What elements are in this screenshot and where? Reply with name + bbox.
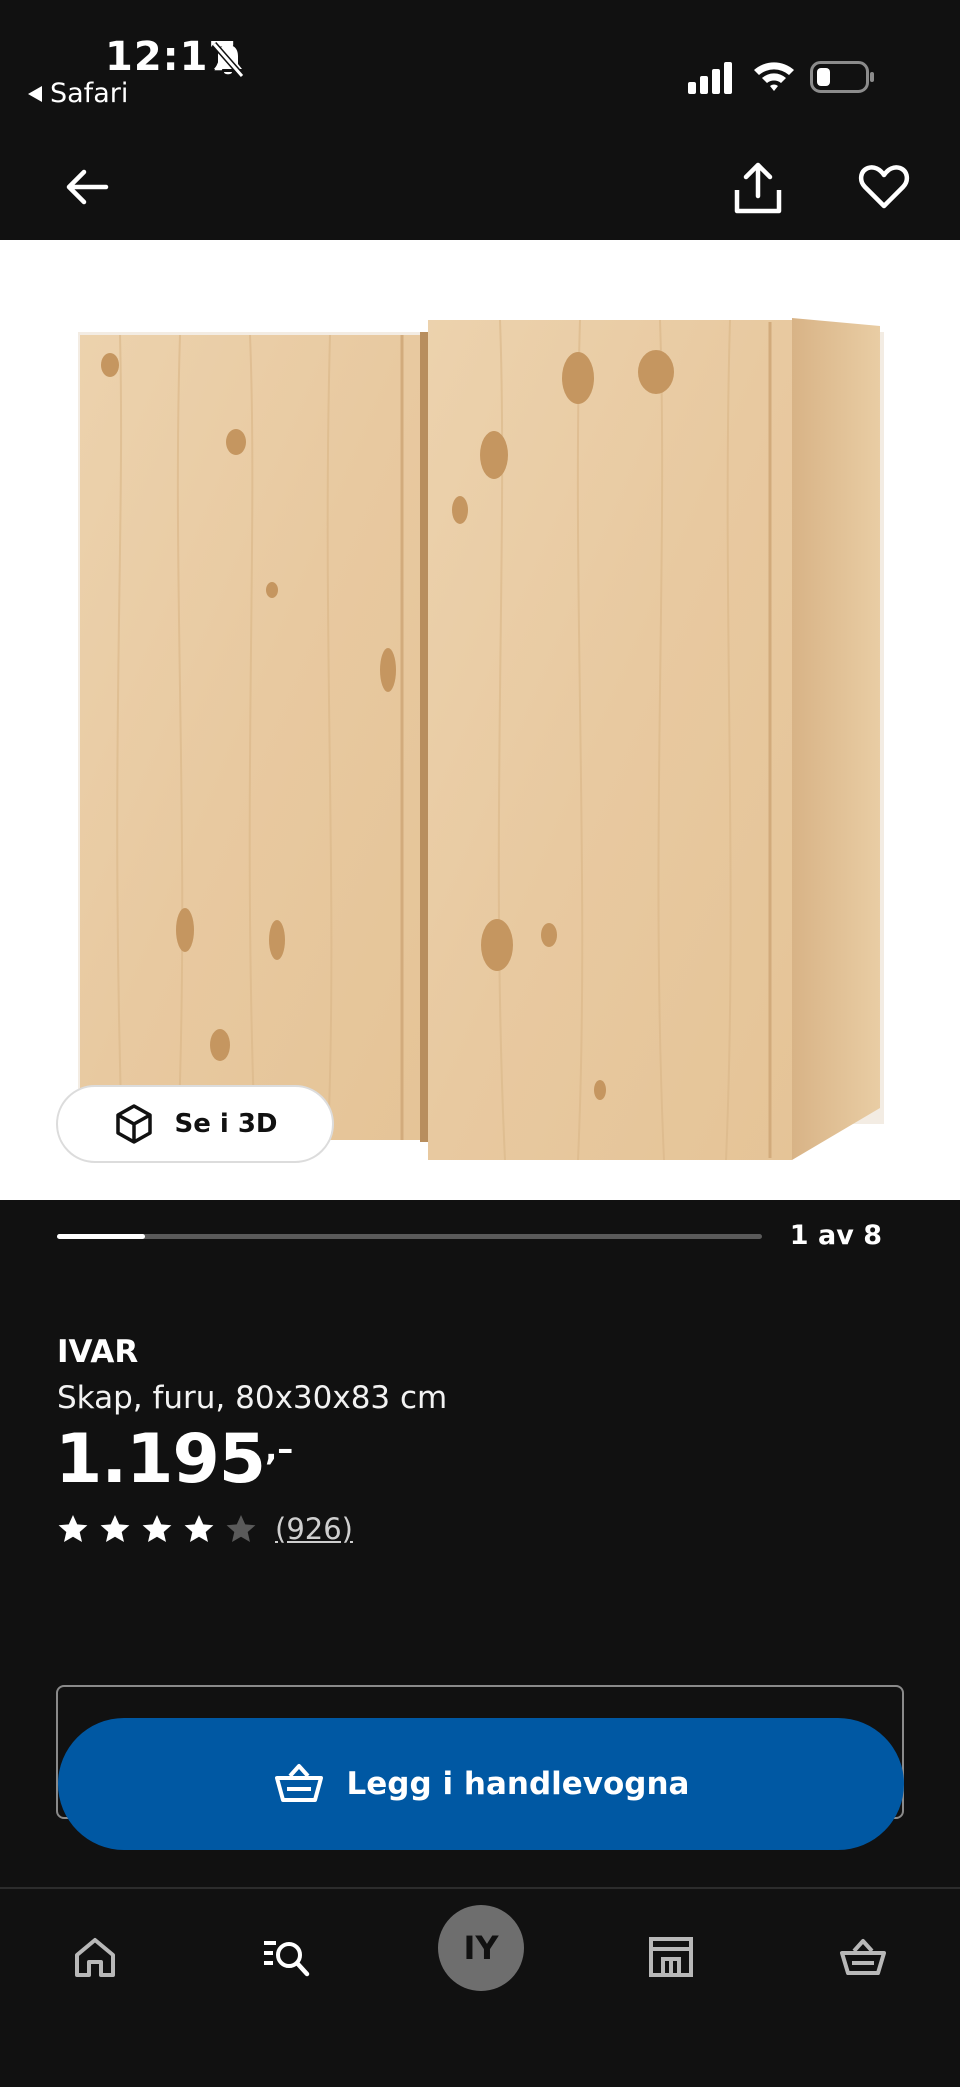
home-icon [75, 1938, 115, 1977]
arrow-left-icon[interactable] [62, 162, 112, 212]
product-description: Skap, furu, 80x30x83 cm [57, 1380, 448, 1416]
wifi-icon [754, 62, 794, 91]
star-filled-icon [142, 1515, 172, 1542]
cabinet-photo [78, 318, 884, 1161]
back-triangle-icon [28, 85, 42, 102]
bottom-tab-bar: IY [0, 1887, 960, 2087]
add-to-cart-button[interactable]: Legg i handlevogna [58, 1718, 904, 1850]
heart-icon[interactable] [858, 160, 910, 212]
store-icon [649, 1937, 693, 1977]
nav-bar [0, 130, 960, 240]
share-icon[interactable] [730, 160, 786, 216]
gallery-progress-bar[interactable] [57, 1234, 762, 1239]
bell-muted-icon [211, 42, 245, 78]
product-name: IVAR [57, 1334, 139, 1370]
product-price: 1.195 ,– [55, 1420, 293, 1499]
cell-signal-icon [688, 62, 732, 94]
gallery-position: 1 av 8 [789, 1220, 882, 1251]
tab-cart[interactable] [823, 1917, 903, 1997]
basket-icon [274, 1764, 323, 1802]
tab-store[interactable] [631, 1917, 711, 1997]
tab-profile-avatar[interactable]: IY [438, 1905, 524, 1991]
tab-home[interactable] [55, 1917, 135, 1997]
cube-icon [116, 1104, 153, 1144]
star-filled-icon [58, 1515, 88, 1542]
cart-icon [840, 1939, 886, 1975]
gallery-progress-fill [57, 1234, 146, 1239]
status-bar: 12:17 Safari [0, 0, 960, 130]
star-filled-icon [184, 1515, 214, 1542]
price-suffix: ,– [265, 1430, 294, 1468]
star-empty-icon [226, 1515, 256, 1542]
tab-search[interactable] [246, 1917, 326, 1997]
search-icon [264, 1941, 310, 1977]
price-amount: 1.195 [55, 1420, 266, 1499]
review-count-link[interactable]: (926) [275, 1512, 353, 1546]
view-in-3d-label: Se i 3D [174, 1109, 278, 1139]
product-rating[interactable]: (926) [57, 1512, 353, 1546]
star-filled-icon [100, 1515, 130, 1542]
back-to-app[interactable]: Safari [28, 78, 128, 109]
view-in-3d-button[interactable]: Se i 3D [56, 1085, 334, 1163]
add-to-cart-label: Legg i handlevogna [346, 1766, 690, 1802]
battery-icon [810, 61, 874, 93]
product-image[interactable]: Se i 3D [0, 240, 960, 1200]
back-app-label: Safari [50, 78, 129, 109]
